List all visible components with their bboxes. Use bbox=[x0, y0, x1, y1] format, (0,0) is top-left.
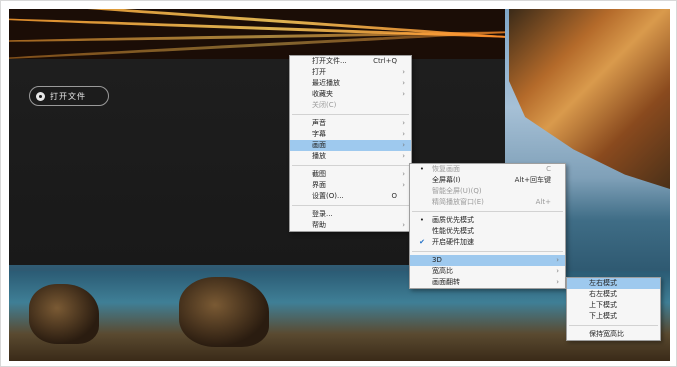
context-menu-3d[interactable]: 左右模式右左模式上下模式下上模式保持宽高比 bbox=[566, 277, 661, 341]
open-file-button[interactable]: 打开文件 bbox=[29, 86, 109, 106]
picture-menu-item[interactable]: 性能优先模式 bbox=[410, 226, 565, 237]
context-menu-picture[interactable]: • 恢复画面 C 全屏幕(I) Alt+回车键智能全屏(U)(Q) 精简播放窗口(E) Al… bbox=[409, 163, 566, 289]
menu-3d-item[interactable]: 下上模式 bbox=[567, 311, 660, 322]
menu-separator bbox=[292, 165, 409, 166]
main-menu-item-shortcut: Ctrl+Q bbox=[373, 57, 397, 65]
picture-menu-item-shortcut: C bbox=[546, 165, 551, 173]
picture-menu-item[interactable]: 3D › bbox=[410, 255, 565, 266]
radio-dot-icon: • bbox=[419, 165, 425, 173]
main-menu-item[interactable]: 字幕 › bbox=[290, 129, 411, 140]
picture-menu-item[interactable]: 全屏幕(I) Alt+回车键 bbox=[410, 175, 565, 186]
main-menu-item-label: 收藏夹 bbox=[312, 90, 333, 98]
main-menu-item[interactable]: 声音 › bbox=[290, 118, 411, 129]
menu-separator bbox=[569, 325, 658, 326]
submenu-arrow-icon: › bbox=[402, 119, 405, 127]
main-menu-item-label: 截图 bbox=[312, 170, 326, 178]
menu-separator bbox=[412, 211, 563, 212]
picture-menu-item-label: 恢复画面 bbox=[432, 165, 460, 173]
player-banner bbox=[9, 9, 505, 59]
main-menu-item-label: 登录... bbox=[312, 210, 333, 218]
main-menu-item[interactable]: 打开 › bbox=[290, 67, 411, 78]
menu-separator bbox=[412, 251, 563, 252]
submenu-arrow-icon: › bbox=[402, 181, 405, 189]
menu-separator bbox=[292, 205, 409, 206]
picture-menu-item-shortcut: Alt+回车键 bbox=[514, 176, 551, 184]
main-menu-item-label: 播放 bbox=[312, 152, 326, 160]
main-menu-item-shortcut: O bbox=[391, 192, 397, 200]
radio-dot-icon: • bbox=[419, 216, 425, 224]
submenu-arrow-icon: › bbox=[556, 278, 559, 286]
picture-menu-item-label: 全屏幕(I) bbox=[432, 176, 461, 184]
main-menu-item[interactable]: 收藏夹 › bbox=[290, 89, 411, 100]
submenu-arrow-icon: › bbox=[402, 68, 405, 76]
picture-menu-item[interactable]: • 画质优先模式 bbox=[410, 215, 565, 226]
wallpaper-rock bbox=[29, 284, 99, 344]
screenshot-frame: 打开文件 打开文件... Ctrl+Q 打开 › 最近播放 › 收藏夹 › 关闭(C) 声音 › 字幕… bbox=[0, 0, 677, 367]
main-menu-item[interactable]: 关闭(C) bbox=[290, 100, 411, 111]
submenu-arrow-icon: › bbox=[402, 141, 405, 149]
picture-menu-item-label: 智能全屏(U)(Q) bbox=[432, 187, 482, 195]
submenu-arrow-icon: › bbox=[556, 256, 559, 264]
main-menu-item-label: 最近播放 bbox=[312, 79, 340, 87]
menu-3d-item[interactable]: 右左模式 bbox=[567, 289, 660, 300]
main-menu-item-label: 字幕 bbox=[312, 130, 326, 138]
picture-menu-item[interactable]: ✔ 开启硬件加速 bbox=[410, 237, 565, 248]
submenu-arrow-icon: › bbox=[402, 221, 405, 229]
picture-menu-item-label: 宽高比 bbox=[432, 267, 453, 275]
submenu-arrow-icon: › bbox=[402, 79, 405, 87]
wallpaper-rock bbox=[179, 277, 269, 347]
picture-menu-item-label: 性能优先模式 bbox=[432, 227, 474, 235]
menu-3d-item-label: 下上模式 bbox=[589, 312, 617, 320]
picture-menu-item-label: 画面翻转 bbox=[432, 278, 460, 286]
main-menu-item-label: 打开 bbox=[312, 68, 326, 76]
picture-menu-item-label: 画质优先模式 bbox=[432, 216, 474, 224]
main-menu-item[interactable]: 帮助 › bbox=[290, 220, 411, 231]
submenu-arrow-icon: › bbox=[402, 170, 405, 178]
submenu-arrow-icon: › bbox=[402, 90, 405, 98]
menu-separator bbox=[292, 114, 409, 115]
main-menu-item[interactable]: 最近播放 › bbox=[290, 78, 411, 89]
main-menu-item-label: 打开文件... bbox=[312, 57, 347, 65]
picture-menu-item[interactable]: 宽高比 › bbox=[410, 266, 565, 277]
main-menu-item[interactable]: 播放 › bbox=[290, 151, 411, 162]
picture-menu-item[interactable]: • 恢复画面 C bbox=[410, 164, 565, 175]
picture-menu-item-label: 精简播放窗口(E) bbox=[432, 198, 484, 206]
submenu-arrow-icon: › bbox=[402, 130, 405, 138]
picture-menu-item-shortcut: Alt+ bbox=[535, 198, 551, 206]
picture-menu-item[interactable]: 画面翻转 › bbox=[410, 277, 565, 288]
picture-menu-item[interactable]: 精简播放窗口(E) Alt+ bbox=[410, 197, 565, 208]
picture-menu-item-label: 开启硬件加速 bbox=[432, 238, 474, 246]
menu-3d-item-label: 上下模式 bbox=[589, 301, 617, 309]
main-menu-item[interactable]: 设置(O)... O bbox=[290, 191, 411, 202]
main-menu-item-label: 帮助 bbox=[312, 221, 326, 229]
main-menu-item-label: 界面 bbox=[312, 181, 326, 189]
main-menu-item-label: 画面 bbox=[312, 141, 326, 149]
menu-3d-item-label: 左右模式 bbox=[589, 279, 617, 287]
open-file-icon bbox=[36, 91, 45, 101]
main-menu-item[interactable]: 截图 › bbox=[290, 169, 411, 180]
main-menu-item[interactable]: 打开文件... Ctrl+Q bbox=[290, 56, 411, 67]
main-menu-item-label: 声音 bbox=[312, 119, 326, 127]
main-menu-item[interactable]: 登录... bbox=[290, 209, 411, 220]
wallpaper-cliff bbox=[509, 9, 670, 189]
open-file-label: 打开文件 bbox=[50, 91, 86, 101]
submenu-arrow-icon: › bbox=[556, 267, 559, 275]
submenu-arrow-icon: › bbox=[402, 152, 405, 160]
menu-3d-item[interactable]: 保持宽高比 bbox=[567, 329, 660, 340]
main-menu-item-label: 关闭(C) bbox=[312, 101, 337, 109]
main-menu-item[interactable]: 界面 › bbox=[290, 180, 411, 191]
main-menu-item-label: 设置(O)... bbox=[312, 192, 344, 200]
main-menu-item[interactable]: 画面 › bbox=[290, 140, 411, 151]
picture-menu-item[interactable]: 智能全屏(U)(Q) bbox=[410, 186, 565, 197]
menu-3d-item-label: 右左模式 bbox=[589, 290, 617, 298]
menu-3d-item-label: 保持宽高比 bbox=[589, 330, 624, 338]
menu-3d-item[interactable]: 上下模式 bbox=[567, 300, 660, 311]
picture-menu-item-label: 3D bbox=[432, 256, 442, 264]
menu-3d-item[interactable]: 左右模式 bbox=[567, 278, 660, 289]
check-icon: ✔ bbox=[419, 238, 425, 246]
context-menu-main[interactable]: 打开文件... Ctrl+Q 打开 › 最近播放 › 收藏夹 › 关闭(C) 声音 › 字幕 › 画面 › 播… bbox=[289, 55, 412, 232]
